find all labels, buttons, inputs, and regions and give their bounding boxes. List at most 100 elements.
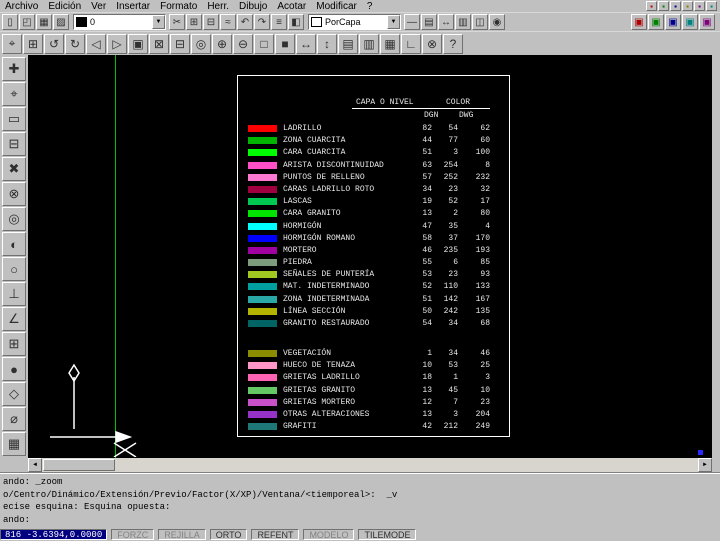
toolbar-button[interactable]: ≡ (271, 14, 287, 30)
menu-formato[interactable]: Formato (155, 1, 202, 12)
toolbar-button[interactable]: ⊠ (149, 33, 169, 54)
chevron-down-icon[interactable]: ▼ (152, 15, 165, 29)
toolbar-button[interactable]: ✚ (2, 57, 26, 81)
toolbar-button[interactable]: ⌀ (2, 407, 26, 431)
menu-edicion[interactable]: Edición (43, 1, 86, 12)
toolbar-button[interactable]: ▣ (699, 14, 715, 30)
toolbar-button[interactable]: ◫ (472, 14, 488, 30)
toolbar-button[interactable]: ▨ (53, 14, 69, 30)
toolbar-button[interactable]: ▥ (455, 14, 471, 30)
color-swatch (248, 259, 277, 267)
toolbar-button[interactable]: ⊖ (233, 33, 253, 54)
legend-row: LADRILLO 82 54 62 (238, 123, 509, 135)
toolbar-button[interactable]: ◇ (2, 382, 26, 406)
toolbar-button[interactable]: ↔ (438, 14, 454, 30)
toolbar-button[interactable]: ? (443, 33, 463, 54)
toolbar-button[interactable]: ⊟ (203, 14, 219, 30)
toolbar-button[interactable]: ⊟ (170, 33, 190, 54)
scroll-right-icon[interactable]: ► (698, 458, 712, 472)
horizontal-scrollbar[interactable]: ◄ ► (28, 458, 712, 472)
menu-herr[interactable]: Herr. (202, 1, 234, 12)
toolbar-button[interactable]: ▦ (2, 432, 26, 456)
toolbar-button[interactable]: ⊕ (212, 33, 232, 54)
toolbar-button[interactable]: ▣ (648, 14, 664, 30)
toolbar-button[interactable]: ▤ (421, 14, 437, 30)
menu-modificar[interactable]: Modificar (311, 1, 362, 12)
toolbar-button[interactable]: ≈ (220, 14, 236, 30)
toolbar-button[interactable]: ▦ (380, 33, 400, 54)
toolbar-button[interactable]: ⌖ (2, 33, 22, 54)
toolbar-button[interactable]: ⊞ (2, 332, 26, 356)
scrollbar-thumb[interactable] (43, 459, 115, 471)
level-number: 13 (422, 385, 432, 395)
layer-name: HORMIGÓN (283, 221, 322, 231)
scroll-left-icon[interactable]: ◄ (28, 458, 42, 472)
toolbar-button[interactable]: ▣ (631, 14, 647, 30)
toolbar-button[interactable]: ▷ (107, 33, 127, 54)
toolbar-button[interactable]: ○ (2, 257, 26, 281)
toolbar-button[interactable]: ▣ (665, 14, 681, 30)
toolbar-button[interactable]: ▯ (2, 14, 18, 30)
toolbar-button[interactable]: ◧ (288, 14, 304, 30)
toolbar-button[interactable]: ↕ (317, 33, 337, 54)
menu-ayuda[interactable]: ? (362, 1, 378, 12)
command-line-text: ando: _zoom (3, 477, 63, 487)
color-swatch (248, 386, 277, 394)
menu-acotar[interactable]: Acotar (272, 1, 311, 12)
command-line-area[interactable]: ando: _zoom o/Centro/Dinámico/Extensión/… (0, 472, 720, 528)
toolbar-button[interactable]: ▣ (128, 33, 148, 54)
chevron-down-icon[interactable]: ▼ (387, 15, 400, 29)
menu-right-icons: ▪ ▪ ▪ ▪ ▪ ▪ (646, 1, 720, 11)
toolbar-button[interactable]: ▤ (338, 33, 358, 54)
menu-dibujo[interactable]: Dibujo (234, 1, 272, 12)
blue-tool-icon: ▣ (668, 16, 678, 28)
toolbar-button[interactable]: ◐ (2, 232, 26, 256)
toolbar-button[interactable]: ↷ (254, 14, 270, 30)
toolbar-button[interactable]: ⊗ (2, 182, 26, 206)
toolbar-button[interactable]: ✂ (169, 14, 185, 30)
coordinate-readout[interactable]: 816 -3.6394,0.0000 (0, 528, 108, 540)
toolbar-button[interactable]: ◁ (86, 33, 106, 54)
layer-dropdown[interactable]: 0 ▼ (73, 14, 166, 30)
mini-teal-icon: ▪ (710, 1, 713, 11)
toolbar-button[interactable]: □ (254, 33, 274, 54)
toolbar-button[interactable]: ▭ (2, 107, 26, 131)
dwg-color-number: 80 (480, 209, 490, 219)
level-number: 55 (422, 258, 432, 268)
toolbar-button[interactable]: ⊞ (23, 33, 43, 54)
color-dropdown[interactable]: PorCapa ▼ (308, 14, 401, 30)
color-swatch (248, 410, 277, 418)
toolbar-button[interactable]: ⊞ (186, 14, 202, 30)
drawing-canvas[interactable]: CAPA O NIVEL COLOR DGN DWG LADRILLO 82 5… (28, 55, 712, 458)
snap-insert-icon: ⊞ (8, 336, 20, 351)
toolbar-button[interactable]: ↻ (65, 33, 85, 54)
toolbar-button[interactable]: ⊥ (2, 282, 26, 306)
toolbar-button[interactable]: ▥ (359, 33, 379, 54)
toolbar-button[interactable]: ↺ (44, 33, 64, 54)
toolbar-button[interactable]: ■ (275, 33, 295, 54)
toolbar-button[interactable]: ⊟ (2, 132, 26, 156)
object-snap-toolbar: ✚ ⌖ ▭ ⊟ ✖ ⊗ ◎ ◐ ○ ⊥ ∠ ⊞ ● ◇ ⌀ ▦ (0, 55, 28, 458)
toolbar-button[interactable]: ◉ (489, 14, 505, 30)
menu-archivo[interactable]: Archivo (0, 1, 43, 12)
toolbar-button[interactable]: — (404, 14, 420, 30)
toolbar-button[interactable]: ◰ (19, 14, 35, 30)
toolbar-button[interactable]: ↶ (237, 14, 253, 30)
toolbar-button[interactable]: ↔ (296, 33, 316, 54)
toolbar-button[interactable]: ◎ (2, 207, 26, 231)
menu-insertar[interactable]: Insertar (111, 1, 155, 12)
toolbar-button[interactable]: ✖ (2, 157, 26, 181)
toolbar-button[interactable]: ▣ (682, 14, 698, 30)
toolbar-button[interactable]: ● (2, 357, 26, 381)
toolbar-button[interactable]: ◎ (191, 33, 211, 54)
toolbar-button[interactable]: ⊗ (422, 33, 442, 54)
color-swatch (248, 246, 277, 254)
regen-icon: ↻ (69, 36, 81, 51)
level-number: 19 (422, 197, 432, 207)
legend-row: CARA GRANITO 13 2 80 (238, 208, 509, 220)
toolbar-button[interactable]: ∠ (2, 307, 26, 331)
toolbar-button[interactable]: ▦ (36, 14, 52, 30)
menu-ver[interactable]: Ver (86, 1, 111, 12)
toolbar-button[interactable]: ⌖ (2, 82, 26, 106)
toolbar-button[interactable]: ∟ (401, 33, 421, 54)
